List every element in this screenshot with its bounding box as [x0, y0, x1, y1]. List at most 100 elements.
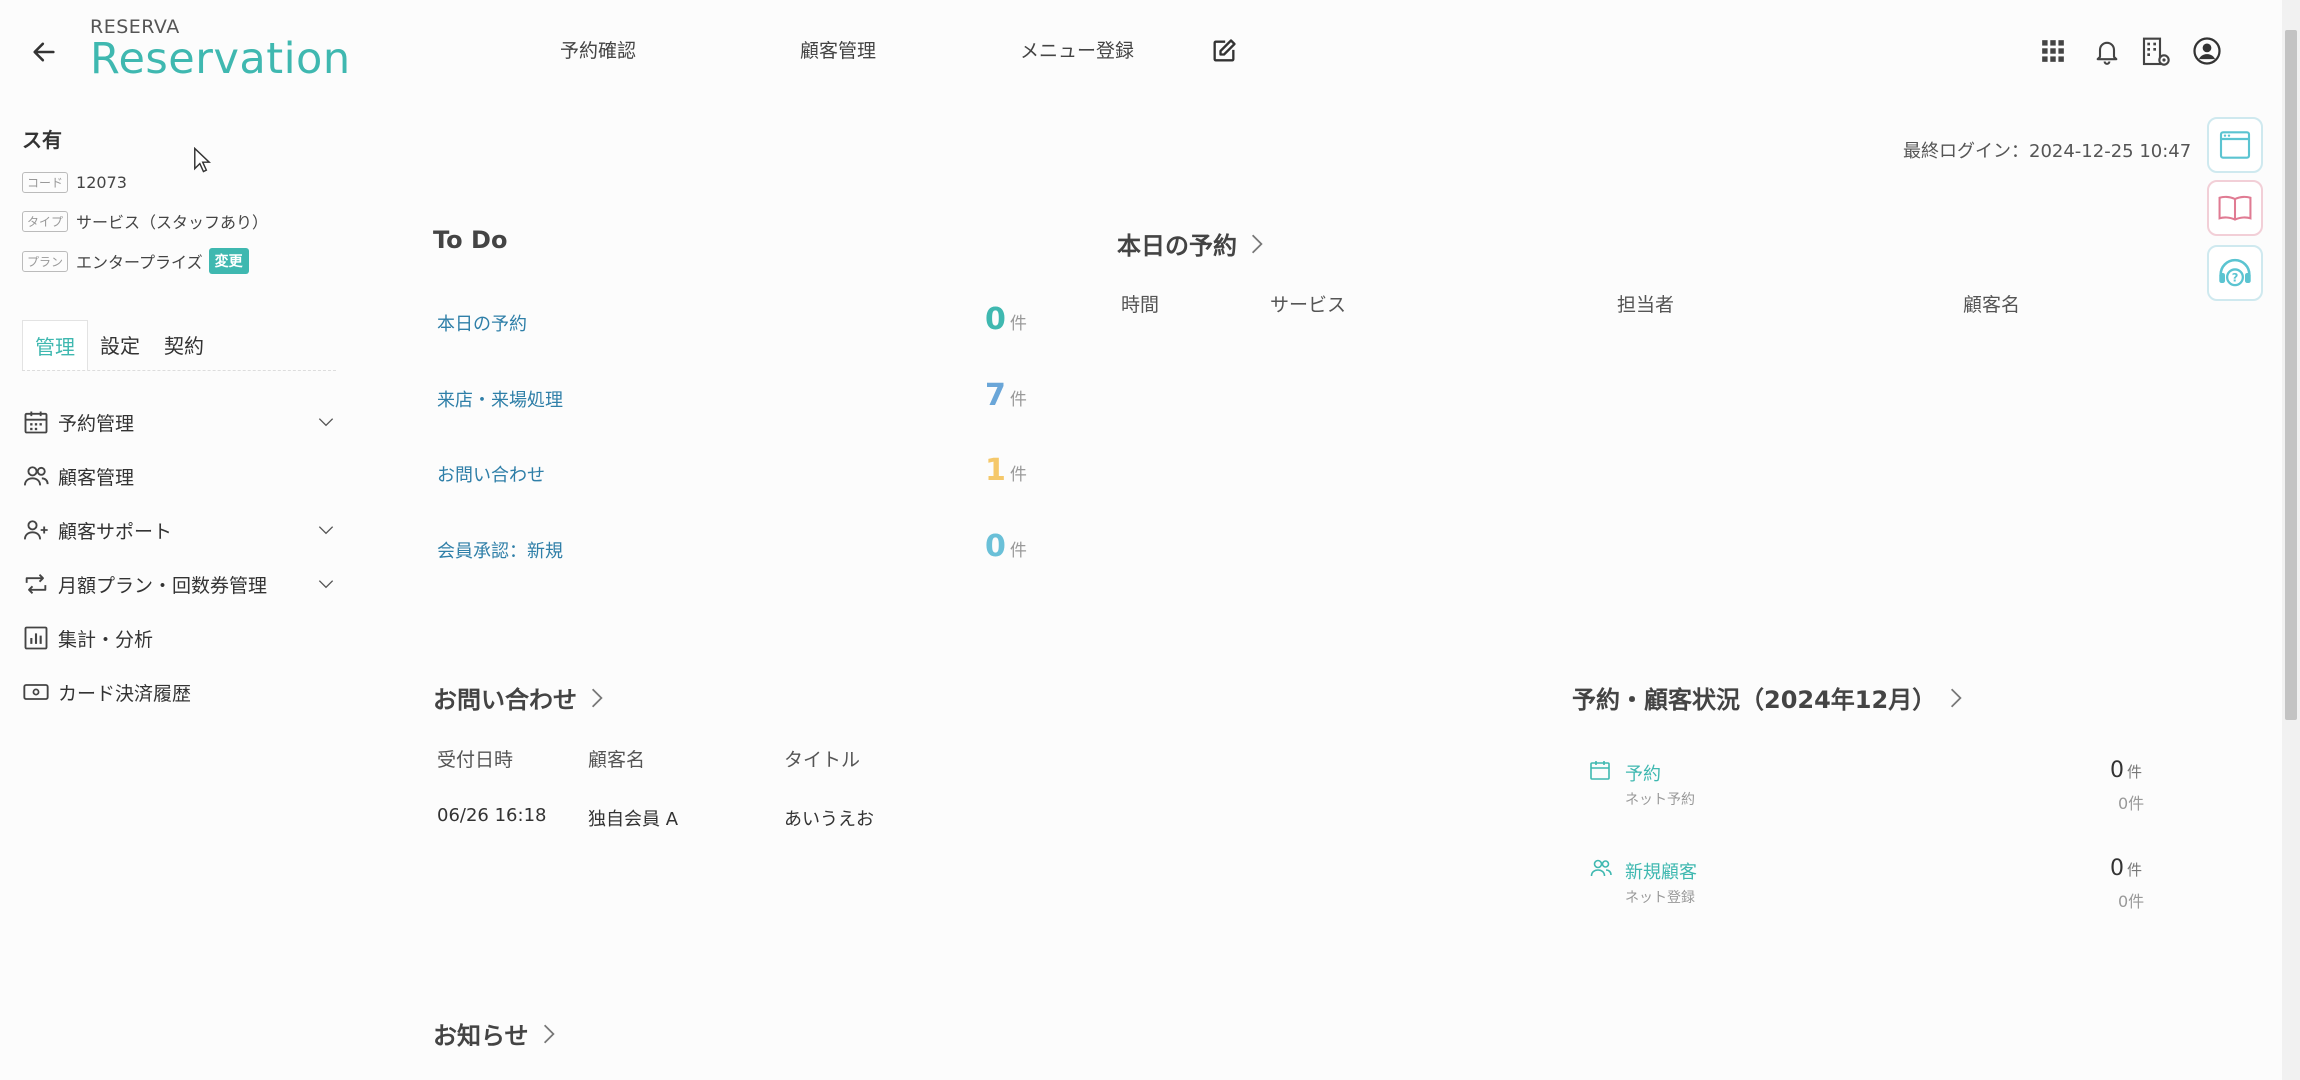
repeat-icon	[25, 574, 47, 594]
sidebar-item-label: 予約管理	[58, 412, 135, 435]
todo-item-inquiries[interactable]: お問い合わせ	[437, 461, 545, 487]
users-icon	[1590, 859, 1612, 877]
users-icon	[23, 466, 49, 486]
todo-item-member-approval[interactable]: 会員承認：新規	[437, 537, 563, 563]
news-title: お知らせ	[433, 1022, 529, 1050]
todo-count-member-approval[interactable]: 0件	[985, 529, 1027, 564]
status-new-customer-label[interactable]: 新規顧客	[1625, 858, 1697, 884]
sidebar-item-label: 顧客管理	[58, 466, 135, 489]
sidebar-item-label: 顧客サポート	[58, 520, 173, 543]
support-button[interactable]: ?	[2207, 245, 2263, 301]
sidebar-item-card-payment-history[interactable]: カード決済履歴	[22, 678, 336, 706]
todo-count-unit: 件	[1009, 465, 1027, 485]
todo-item-today-reservations[interactable]: 本日の予約	[437, 310, 527, 336]
book-icon	[2218, 195, 2252, 221]
today-col-customer: 顧客名	[1963, 294, 2021, 316]
browser-view-button[interactable]	[2207, 117, 2263, 173]
sidebar-item-customer-support[interactable]: 顧客サポート	[22, 516, 336, 544]
status-reservation-sub: ネット予約	[1625, 792, 1695, 808]
plan-tag: プラン	[22, 250, 69, 272]
sidebar-item-reservation-management[interactable]: 予約管理	[22, 408, 336, 436]
user-account-button[interactable]	[2192, 36, 2222, 66]
inquiry-row-customer[interactable]: 独自会員 A	[588, 805, 678, 831]
tab-management[interactable]: 管理	[22, 320, 88, 370]
status-count-unit: 件	[2127, 763, 2143, 781]
today-reservations-title: 本日の予約	[1117, 232, 1237, 260]
chevron-down-icon	[318, 580, 334, 589]
inquiries-col-title: タイトル	[784, 749, 861, 771]
calendar-icon	[24, 411, 48, 434]
user-plus-icon	[23, 520, 48, 540]
todo-count-value: 1	[985, 453, 1006, 488]
chevron-down-icon	[318, 526, 334, 535]
sidebar-item-customer-management[interactable]: 顧客管理	[22, 462, 336, 490]
sidebar-item-label: 月額プラン・回数券管理	[58, 574, 268, 597]
nav-menu-registration[interactable]: メニュー登録	[1020, 36, 1134, 63]
today-reservations-link[interactable]: 本日の予約	[1117, 226, 1265, 261]
nav-customer-management[interactable]: 顧客管理	[800, 36, 876, 63]
notifications-button[interactable]	[2093, 37, 2123, 67]
building-gear-icon	[2142, 37, 2170, 66]
sidebar-tabs: 管理 設定 契約	[22, 320, 216, 370]
inquiries-link[interactable]: お問い合わせ	[433, 680, 605, 715]
chevron-right-icon	[1251, 234, 1263, 253]
scrollbar-thumb[interactable]	[2285, 30, 2297, 720]
status-reservation-icon-wrap	[1588, 758, 1612, 782]
today-col-time: 時間	[1121, 294, 1160, 316]
edit-button[interactable]	[1210, 37, 1238, 65]
status-new-customer-count: 0件	[2110, 856, 2142, 881]
chevron-down-icon	[318, 418, 334, 427]
todo-item-visit-processing[interactable]: 来店・来場処理	[437, 386, 563, 412]
status-new-customer-sub: ネット登録	[1625, 890, 1695, 906]
sidebar-item-analytics[interactable]: 集計・分析	[22, 624, 336, 652]
inquiry-row-title[interactable]: あいうえお	[784, 805, 874, 831]
last-login-text: 最終ログイン：2024-12-25 10:47	[1903, 141, 2192, 162]
tabs-divider	[22, 370, 336, 371]
todo-count-today-reservations[interactable]: 0件	[985, 302, 1027, 337]
store-name: ス有	[22, 128, 62, 152]
today-col-service: サービス	[1270, 294, 1347, 316]
store-code-row: コード 12073	[22, 172, 127, 193]
manual-button[interactable]	[2207, 180, 2263, 236]
tab-contract[interactable]: 契約	[152, 320, 216, 370]
chevron-right-icon	[1951, 688, 1962, 707]
status-reservation-label[interactable]: 予約	[1625, 760, 1661, 786]
todo-count-value: 0	[985, 529, 1006, 564]
nav-reservation-check[interactable]: 予約確認	[560, 36, 636, 63]
type-tag: タイプ	[22, 210, 69, 232]
todo-title: To Do	[433, 226, 508, 254]
tab-settings[interactable]: 設定	[88, 320, 152, 370]
status-reservation-count: 0件	[2110, 758, 2142, 783]
sidebar-item-label: 集計・分析	[58, 628, 154, 651]
apps-grid-icon	[2042, 40, 2064, 62]
sidebar-item-label: カード決済履歴	[58, 682, 192, 705]
todo-count-inquiries[interactable]: 1件	[985, 453, 1027, 488]
todo-count-unit: 件	[1009, 314, 1027, 334]
edit-icon	[1213, 39, 1236, 62]
sidebar-item-monthly-plan[interactable]: 月額プラン・回数券管理	[22, 570, 336, 598]
inquiry-row-date[interactable]: 06/26 16:18	[437, 805, 546, 826]
headset-help-icon: ?	[2219, 258, 2251, 287]
browser-window-icon	[2219, 131, 2251, 159]
code-tag: コード	[22, 172, 69, 193]
inquiries-col-customer: 顧客名	[588, 749, 646, 771]
apps-grid-button[interactable]	[2040, 38, 2070, 68]
todo-count-unit: 件	[1009, 541, 1027, 561]
back-button[interactable]	[30, 38, 58, 66]
status-link[interactable]: 予約・顧客状況（2024年12月）	[1572, 680, 1964, 715]
brand-logo[interactable]: RESERVA Reservation	[90, 16, 351, 81]
store-plan-row: プラン エンタープライズ 変更	[22, 248, 249, 274]
todo-count-value: 7	[985, 378, 1006, 413]
store-settings-button[interactable]	[2140, 36, 2170, 66]
status-count-value: 0	[2110, 758, 2124, 783]
news-link[interactable]: お知らせ	[433, 1016, 557, 1051]
store-code-value: 12073	[76, 173, 127, 192]
todo-count-visit-processing[interactable]: 7件	[985, 378, 1027, 413]
status-customer-icon-wrap	[1588, 856, 1614, 880]
change-plan-button[interactable]: 変更	[208, 248, 249, 274]
brand-main-text: Reservation	[90, 34, 351, 84]
page-scrollbar[interactable]	[2282, 0, 2300, 1080]
chart-icon	[24, 626, 48, 650]
inquiries-title: お問い合わせ	[433, 686, 577, 714]
store-type-row: タイプ サービス（スタッフあり）	[22, 209, 268, 233]
